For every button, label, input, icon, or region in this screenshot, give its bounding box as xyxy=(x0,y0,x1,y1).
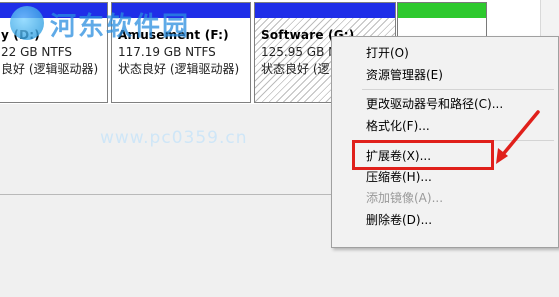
menu-item-explorer[interactable]: 资源管理器(E) xyxy=(366,65,443,85)
menu-item-open[interactable]: 打开(O) xyxy=(366,43,409,63)
watermark-title: 河东软件园 xyxy=(50,12,191,42)
watermark-url: www.pc0359.cn xyxy=(100,128,248,148)
menu-separator xyxy=(362,89,554,90)
menu-item-format[interactable]: 格式化(F)... xyxy=(366,116,430,136)
watermark-logo-icon xyxy=(10,6,44,40)
partition-bar xyxy=(255,3,395,18)
partition-size: 117.19 GB NTFS xyxy=(118,45,216,59)
partition-status: 良好 (逻辑驱动器) xyxy=(1,62,99,76)
menu-item-shrink-volume[interactable]: 压缩卷(H)... xyxy=(366,167,432,187)
partition-status: 状态良好 (逻辑驱动器) xyxy=(118,62,240,76)
annotation-arrow-icon xyxy=(496,110,540,164)
menu-item-change-drive-letter[interactable]: 更改驱动器号和路径(C)... xyxy=(366,94,503,114)
partition-size: 22 GB NTFS xyxy=(1,45,73,59)
menu-item-add-mirror[interactable]: 添加镜像(A)... xyxy=(366,188,443,208)
free-space-bar xyxy=(398,3,486,18)
annotation-highlight-box xyxy=(352,140,494,170)
menu-item-delete-volume[interactable]: 删除卷(D)... xyxy=(366,210,432,230)
